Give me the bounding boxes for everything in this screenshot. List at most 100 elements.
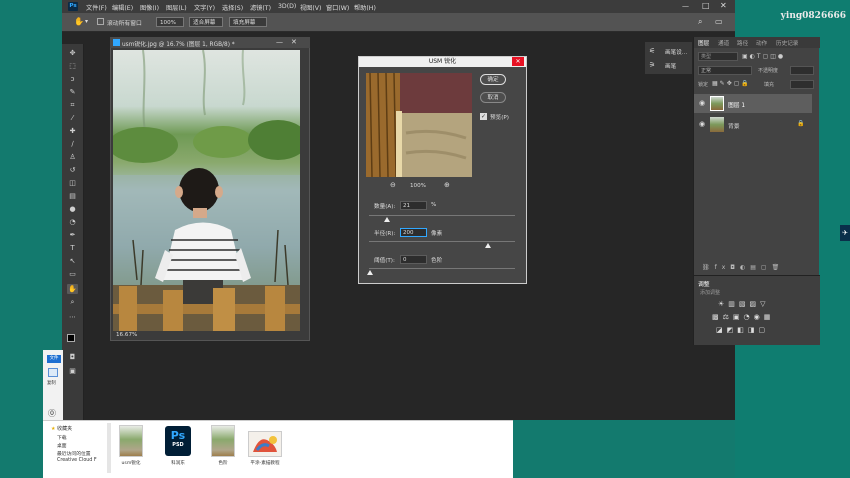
quick-select-tool-icon[interactable]: ✎ bbox=[67, 87, 78, 97]
layer-filter-icons[interactable]: ▣◐T▢◫● bbox=[742, 53, 785, 60]
workspace-icon[interactable]: ▭ bbox=[715, 17, 723, 26]
fill-input[interactable] bbox=[790, 80, 814, 89]
layer-actions-icons[interactable]: ⛓fx◘◐▤▢🗑 bbox=[702, 264, 784, 271]
marquee-tool-icon[interactable]: ⬚ bbox=[67, 61, 78, 71]
chevron-down-icon[interactable]: ▾ bbox=[85, 18, 88, 25]
menu-image[interactable]: 图像(I) bbox=[140, 3, 159, 12]
screen-mode-icon[interactable]: ▣ bbox=[67, 366, 78, 376]
search-icon[interactable]: ⌕ bbox=[698, 17, 702, 27]
threshold-slider-handle[interactable] bbox=[367, 270, 373, 275]
zoom-100-button[interactable]: 100% bbox=[156, 17, 184, 27]
menu-layer[interactable]: 图层(L) bbox=[166, 3, 187, 12]
amount-slider-handle[interactable] bbox=[384, 217, 390, 222]
file-label[interactable]: 色阶 bbox=[203, 460, 243, 466]
layer-kind-filter[interactable]: 类型 bbox=[698, 52, 738, 61]
dodge-tool-icon[interactable]: ◔ bbox=[67, 217, 78, 227]
psd-file-icon[interactable]: Ps PSD bbox=[165, 426, 191, 456]
minimize-icon[interactable]: — bbox=[682, 2, 689, 10]
opacity-input[interactable] bbox=[790, 66, 814, 75]
brushes-icon[interactable]: ⚞ bbox=[649, 61, 655, 69]
lock-icons[interactable]: ▦✎✥▢🔒 bbox=[712, 80, 751, 87]
menu-edit[interactable]: 编辑(E) bbox=[112, 3, 133, 12]
gradient-tool-icon[interactable]: ▤ bbox=[67, 191, 78, 201]
fill-screen-button[interactable]: 填充屏幕 bbox=[229, 17, 267, 27]
path-select-tool-icon[interactable]: ↖ bbox=[67, 256, 78, 266]
maximize-icon[interactable]: □ bbox=[702, 1, 710, 10]
adjustment-icons-row-2[interactable]: ▩⚖▣◔◉▦ bbox=[712, 313, 774, 321]
file-label[interactable]: 平涂-素描教程 bbox=[245, 460, 285, 466]
foreground-color-swatch[interactable] bbox=[67, 334, 75, 342]
doc-minimize-icon[interactable]: — bbox=[276, 38, 283, 46]
document-canvas-photo[interactable] bbox=[113, 50, 300, 331]
amount-slider-track[interactable] bbox=[369, 215, 515, 216]
favorites-label[interactable]: ★ 收藏夹 bbox=[51, 425, 72, 432]
preview-image[interactable] bbox=[366, 73, 472, 177]
threshold-input[interactable]: 0 bbox=[400, 255, 427, 264]
more-tools-icon[interactable]: ⋯ bbox=[67, 312, 78, 322]
move-tool-icon[interactable]: ✥ bbox=[67, 48, 78, 58]
blend-mode-select[interactable]: 正常 bbox=[698, 66, 752, 75]
nav-creative-cloud[interactable]: Creative Cloud F bbox=[57, 458, 97, 463]
side-launcher-icon[interactable]: ✈ bbox=[840, 225, 850, 241]
zoom-in-icon[interactable]: ⊕ bbox=[444, 181, 450, 189]
layer-row[interactable]: ◉ 图层 1 bbox=[694, 94, 812, 113]
rectangle-tool-icon[interactable]: ▭ bbox=[67, 269, 78, 279]
nav-recent[interactable]: 最近访问的位置 bbox=[57, 450, 91, 457]
doc-close-icon[interactable]: ✕ bbox=[291, 38, 297, 46]
scroll-all-checkbox[interactable] bbox=[97, 18, 104, 25]
menu-help[interactable]: 帮助(H) bbox=[354, 3, 376, 12]
menu-3d[interactable]: 3D(D) bbox=[278, 3, 296, 10]
tab-history[interactable]: 历史记录 bbox=[776, 39, 798, 47]
hand-tool-icon[interactable]: ✋ bbox=[74, 17, 84, 26]
ok-button[interactable]: 确定 bbox=[480, 74, 506, 85]
blur-tool-icon[interactable]: ● bbox=[67, 204, 78, 214]
menu-view[interactable]: 视图(V) bbox=[300, 3, 321, 12]
document-tab[interactable]: usm锐化.jpg @ 16.7% (图层 1, RGB/8) * — ✕ bbox=[110, 37, 310, 48]
tab-channels[interactable]: 通道 bbox=[718, 39, 729, 47]
radius-slider-track[interactable] bbox=[369, 241, 515, 242]
file-thumbnail[interactable] bbox=[248, 431, 282, 457]
menu-filter[interactable]: 滤镜(T) bbox=[250, 3, 271, 12]
eyedropper-tool-icon[interactable]: ⁄ bbox=[67, 113, 78, 123]
menu-window[interactable]: 窗口(W) bbox=[326, 3, 349, 12]
zoom-tool-icon[interactable]: ⌕ bbox=[67, 297, 78, 307]
fit-screen-button[interactable]: 适合屏幕 bbox=[189, 17, 223, 27]
menu-file[interactable]: 文件(F) bbox=[86, 3, 107, 12]
pen-tool-icon[interactable]: ✒ bbox=[67, 230, 78, 240]
crop-tool-icon[interactable]: ⌗ bbox=[67, 100, 78, 110]
type-tool-icon[interactable]: T bbox=[67, 243, 78, 253]
nav-downloads[interactable]: 下载 bbox=[57, 434, 67, 441]
eye-icon[interactable]: ◉ bbox=[699, 120, 705, 128]
brush-settings-label[interactable]: 画笔设... bbox=[665, 48, 687, 56]
eraser-tool-icon[interactable]: ◫ bbox=[67, 178, 78, 188]
amount-input[interactable]: 21 bbox=[400, 201, 427, 210]
eye-icon[interactable]: ◉ bbox=[699, 99, 705, 107]
quick-mask-icon[interactable]: ◘ bbox=[67, 352, 78, 362]
preview-checkbox[interactable]: ✓ bbox=[480, 113, 487, 120]
dialog-close-icon[interactable]: ✕ bbox=[512, 57, 524, 66]
file-thumbnail[interactable] bbox=[119, 425, 143, 457]
menu-type[interactable]: 文字(Y) bbox=[194, 3, 215, 12]
hand-tool-icon[interactable]: ✋ bbox=[67, 284, 78, 294]
lasso-tool-icon[interactable]: ↄ bbox=[67, 74, 78, 84]
file-label[interactable]: 科润东 bbox=[158, 460, 198, 466]
back-icon[interactable]: ⓪ bbox=[48, 408, 56, 419]
radius-slider-handle[interactable] bbox=[485, 243, 491, 248]
brush-tool-icon[interactable]: ∕ bbox=[67, 139, 78, 149]
tab-paths[interactable]: 路径 bbox=[737, 39, 748, 47]
brushes-label[interactable]: 画笔 bbox=[665, 62, 676, 70]
clone-stamp-tool-icon[interactable]: ♙ bbox=[67, 152, 78, 162]
copy-icon[interactable] bbox=[48, 368, 58, 377]
layer-row[interactable]: ◉ 背景 🔒 bbox=[694, 115, 812, 134]
file-label[interactable]: usm锐化 bbox=[111, 460, 151, 466]
zoom-out-icon[interactable]: ⊖ bbox=[390, 181, 396, 189]
menu-select[interactable]: 选择(S) bbox=[222, 3, 243, 12]
brush-settings-icon[interactable]: ⚟ bbox=[649, 47, 655, 55]
tab-layers[interactable]: 图层 bbox=[698, 39, 709, 47]
tab-actions[interactable]: 动作 bbox=[756, 39, 767, 47]
close-icon[interactable]: ✕ bbox=[720, 1, 727, 10]
cancel-button[interactable]: 取消 bbox=[480, 92, 506, 103]
adjustment-icons-row-3[interactable]: ◪◩◧◨▢ bbox=[716, 326, 769, 334]
history-brush-tool-icon[interactable]: ↺ bbox=[67, 165, 78, 175]
healing-brush-tool-icon[interactable]: ✚ bbox=[67, 126, 78, 136]
